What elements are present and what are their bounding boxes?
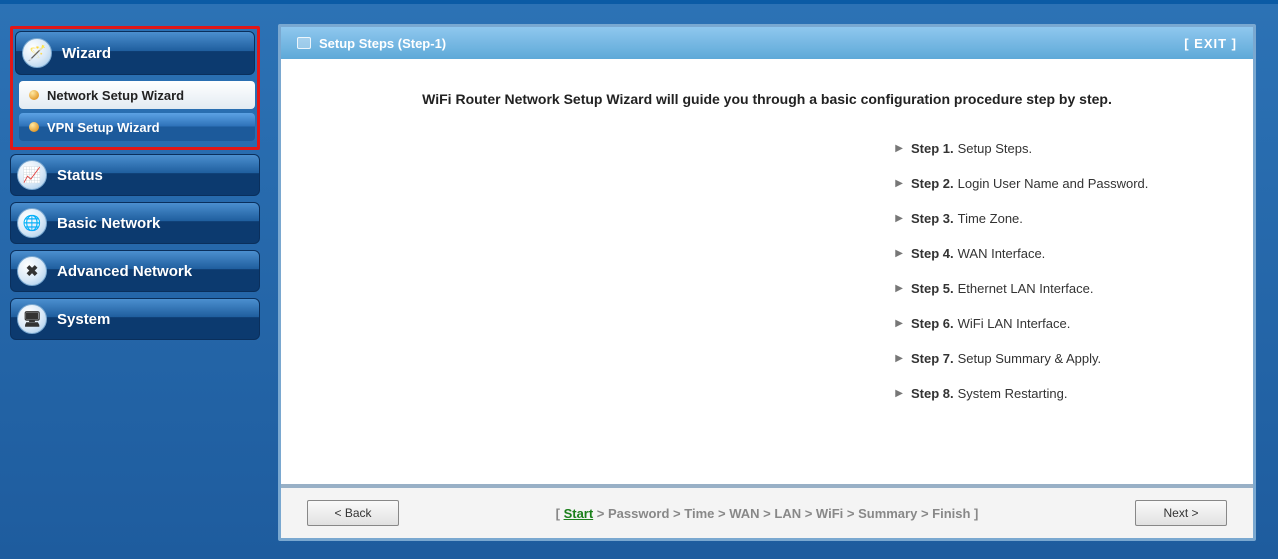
step-text: Time Zone. [958, 211, 1023, 226]
bc-item[interactable]: LAN [774, 506, 801, 521]
bc-item[interactable]: Finish [932, 506, 970, 521]
next-button[interactable]: Next > [1135, 500, 1227, 526]
step-text: Setup Steps. [958, 141, 1032, 156]
sidebar-item-system[interactable]: 🖥 System [10, 298, 260, 340]
bc-item[interactable]: Time [684, 506, 714, 521]
step-label: Step 4. [911, 246, 954, 261]
step-text: WiFi LAN Interface. [958, 316, 1071, 331]
sidebar-item-label: System [57, 311, 110, 328]
bc-sep: > [593, 506, 608, 521]
step-label: Step 8. [911, 386, 954, 401]
step-text: System Restarting. [958, 386, 1068, 401]
step-label: Step 6. [911, 316, 954, 331]
bc-close: ] [970, 506, 978, 521]
back-button[interactable]: < Back [307, 500, 399, 526]
step-label: Step 5. [911, 281, 954, 296]
footer-bar: < Back [ Start > Password > Time > WAN >… [281, 488, 1253, 538]
sidebar-item-status[interactable]: 📈 Status [10, 154, 260, 196]
steps-list: ▶Step 1.Setup Steps. ▶Step 2.Login User … [281, 131, 1253, 431]
bullet-icon [29, 90, 39, 100]
main-panel: Setup Steps (Step-1) [ EXIT ] WiFi Route… [278, 24, 1256, 541]
sidebar-subitem-network-wizard[interactable]: Network Setup Wizard [19, 81, 255, 109]
step-row: ▶Step 1.Setup Steps. [281, 131, 1253, 166]
content-area: WiFi Router Network Setup Wizard will gu… [281, 59, 1253, 488]
panel-header: Setup Steps (Step-1) [ EXIT ] [281, 27, 1253, 59]
sidebar-subitem-label: Network Setup Wizard [47, 88, 184, 103]
step-label: Step 1. [911, 141, 954, 156]
bc-item[interactable]: Summary [858, 506, 917, 521]
step-row: ▶Step 6.WiFi LAN Interface. [281, 306, 1253, 341]
step-label: Step 3. [911, 211, 954, 226]
globe-icon: 🌐 [17, 208, 47, 238]
step-label: Step 2. [911, 176, 954, 191]
bc-item[interactable]: Password [608, 506, 669, 521]
sidebar-subitem-label: VPN Setup Wizard [47, 120, 160, 135]
bc-sep: > [714, 506, 729, 521]
step-label: Step 7. [911, 351, 954, 366]
intro-text: WiFi Router Network Setup Wizard will gu… [281, 59, 1253, 131]
step-row: ▶Step 3.Time Zone. [281, 201, 1253, 236]
step-row: ▶Step 7.Setup Summary & Apply. [281, 341, 1253, 376]
highlight-box: 🪄 Wizard Network Setup Wizard VPN Setup … [10, 26, 260, 150]
step-text: WAN Interface. [958, 246, 1046, 261]
wizard-icon: 🪄 [22, 38, 52, 68]
sidebar-item-advanced-network[interactable]: ✖ Advanced Network [10, 250, 260, 292]
wizard-breadcrumb: [ Start > Password > Time > WAN > LAN > … [556, 506, 979, 521]
bc-sep: > [669, 506, 684, 521]
sidebar-item-label: Basic Network [57, 215, 160, 232]
document-icon [297, 37, 311, 49]
sidebar-item-basic-network[interactable]: 🌐 Basic Network [10, 202, 260, 244]
sidebar-item-label: Advanced Network [57, 263, 192, 280]
bc-item[interactable]: WAN [729, 506, 759, 521]
system-icon: 🖥 [17, 304, 47, 334]
bc-sep: > [843, 506, 858, 521]
step-row: ▶Step 4.WAN Interface. [281, 236, 1253, 271]
step-row: ▶Step 5.Ethernet LAN Interface. [281, 271, 1253, 306]
tools-icon: ✖ [17, 256, 47, 286]
step-row: ▶Step 2.Login User Name and Password. [281, 166, 1253, 201]
step-text: Login User Name and Password. [958, 176, 1149, 191]
step-text: Setup Summary & Apply. [958, 351, 1102, 366]
exit-button[interactable]: [ EXIT ] [1184, 36, 1237, 51]
status-icon: 📈 [17, 160, 47, 190]
step-text: Ethernet LAN Interface. [958, 281, 1094, 296]
bc-item[interactable]: WiFi [816, 506, 843, 521]
bullet-icon [29, 122, 39, 132]
bc-sep: > [917, 506, 932, 521]
sidebar-subitem-vpn-wizard[interactable]: VPN Setup Wizard [19, 113, 255, 141]
bc-sep: > [760, 506, 775, 521]
panel-title: Setup Steps (Step-1) [319, 36, 446, 51]
step-row: ▶Step 8.System Restarting. [281, 376, 1253, 411]
bc-current[interactable]: Start [564, 506, 594, 521]
bc-open: [ [556, 506, 564, 521]
sidebar-item-label: Wizard [62, 45, 111, 62]
sidebar-item-wizard[interactable]: 🪄 Wizard [15, 31, 255, 75]
sidebar: 🪄 Wizard Network Setup Wizard VPN Setup … [0, 4, 270, 559]
bc-sep: > [801, 506, 816, 521]
sidebar-item-label: Status [57, 167, 103, 184]
